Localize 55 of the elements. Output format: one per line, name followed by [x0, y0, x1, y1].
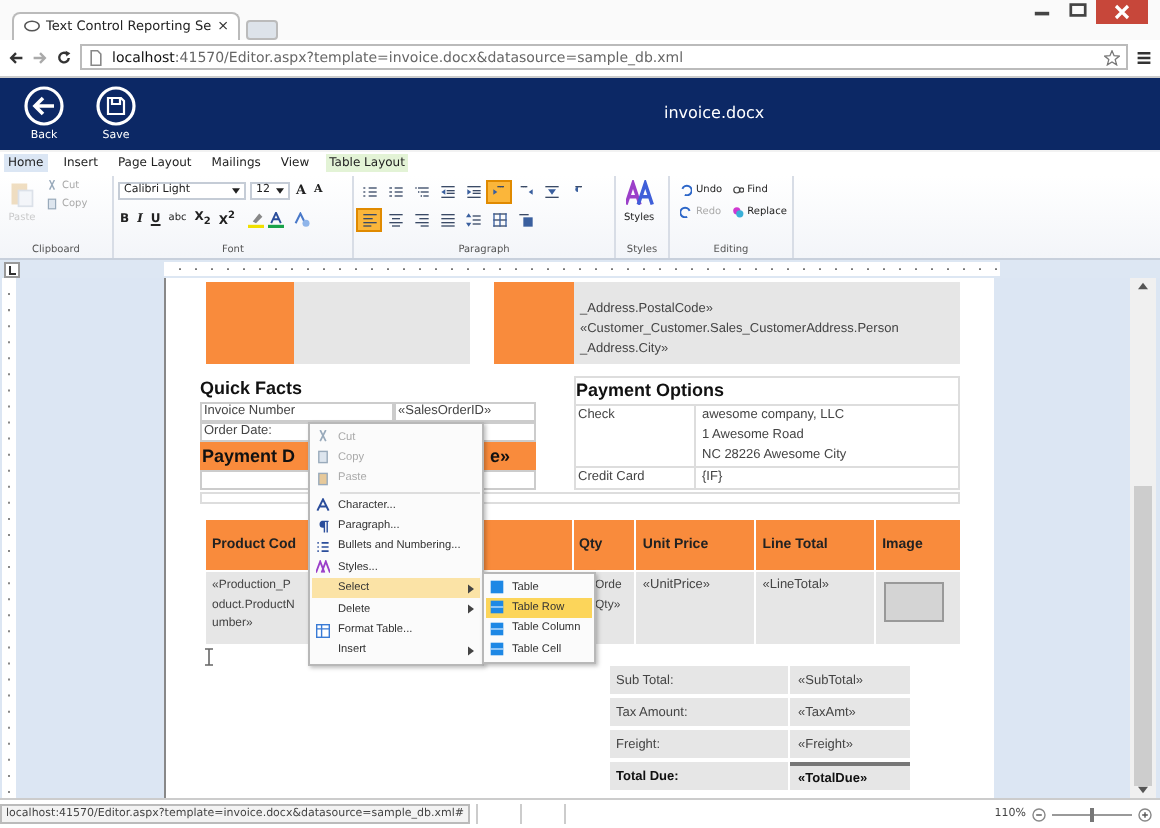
styles-icon [625, 179, 654, 208]
caret-icon [232, 187, 240, 194]
binoculars-icon [731, 183, 744, 196]
copy-icon [316, 450, 330, 465]
font-color-icon[interactable] [267, 211, 284, 228]
align-left-icon[interactable] [358, 209, 380, 230]
clipboard-icon [8, 179, 36, 208]
align-right-icon[interactable] [410, 209, 432, 230]
clipboard-icon [316, 471, 330, 486]
section-heading: Payment Options [576, 378, 727, 405]
letter-icon [316, 498, 330, 513]
close-icon[interactable] [1096, 0, 1148, 24]
document-page[interactable] [164, 278, 994, 799]
copy-icon [46, 197, 58, 210]
text-effects-icon[interactable] [293, 211, 310, 228]
table-icon [490, 600, 504, 615]
highlight-icon[interactable] [247, 211, 264, 228]
page-icon [88, 49, 104, 66]
decrease-indent-icon[interactable] [436, 181, 458, 202]
styles-icon [316, 560, 330, 575]
reload-icon[interactable] [56, 49, 72, 66]
menu-icon[interactable] [1136, 49, 1152, 66]
table-icon [490, 621, 504, 636]
text-cursor-icon [204, 648, 214, 667]
floppy-disk-icon [96, 85, 136, 126]
scissors-icon [316, 430, 330, 445]
zoom-out-icon[interactable] [1032, 807, 1046, 822]
list-icon [316, 539, 330, 554]
document-title: invoice.docx [664, 104, 765, 123]
tab-stop-icon[interactable] [4, 261, 20, 278]
align-center-icon[interactable] [384, 209, 406, 230]
replace-icon [731, 205, 744, 218]
table-icon [490, 580, 504, 595]
vertical-scrollbar[interactable] [1130, 278, 1156, 799]
header-cell [206, 282, 294, 365]
table-settings-icon [316, 623, 330, 638]
caret-icon [276, 187, 284, 194]
scissors-icon [46, 179, 58, 192]
text-direction-icon[interactable] [540, 181, 562, 202]
header-cell [494, 282, 574, 365]
table-icon [490, 642, 504, 657]
submenu-arrow-icon [468, 645, 474, 656]
payment-due-text: Payment D [200, 446, 296, 467]
line-spacing-icon[interactable] [462, 209, 484, 230]
back-arrow-icon[interactable] [8, 49, 24, 66]
star-icon[interactable] [1104, 49, 1120, 66]
justify-icon[interactable] [436, 209, 458, 230]
shading-icon[interactable] [514, 209, 536, 230]
payment-due-text: e» [489, 446, 512, 467]
page-icon [24, 18, 40, 35]
borders-icon[interactable] [488, 209, 510, 230]
image-placeholder [884, 582, 945, 623]
increase-indent-icon[interactable] [462, 181, 484, 202]
zoom-in-icon[interactable] [1138, 807, 1152, 822]
section-heading: Quick Facts [200, 376, 305, 403]
